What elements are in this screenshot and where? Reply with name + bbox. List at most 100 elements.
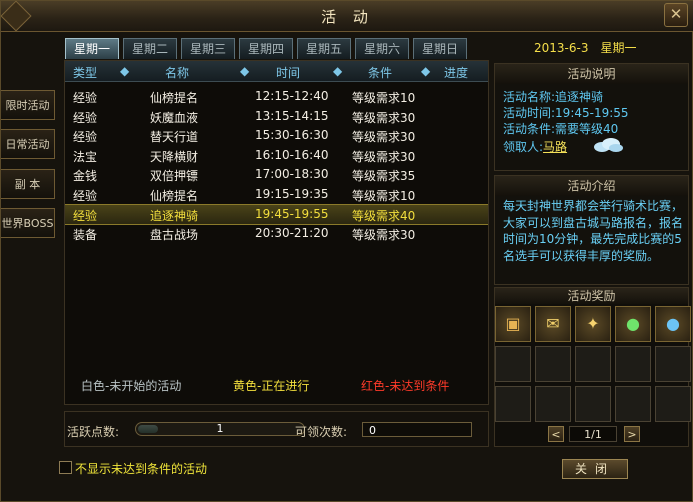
legend-red: 红色-未达到条件 <box>361 379 450 393</box>
sort-icon: ◆ <box>333 64 343 78</box>
activity-intro-panel: 活动介绍 每天封神世界都会举行骑术比赛，大家可以到盘古城马路报名，报名时间为10… <box>494 175 689 285</box>
empty-slot[interactable] <box>615 386 651 422</box>
empty-slot[interactable] <box>655 386 691 422</box>
activity-intro-text: 每天封神世界都会举行骑术比赛，大家可以到盘古城马路报名，报名时间为10分钟，最先… <box>503 199 684 263</box>
cell-time: 16:10-16:40 <box>255 147 329 162</box>
table-row[interactable]: 经验 仙榜提名 19:15-19:35 等级需求10 <box>65 185 488 204</box>
sidebar-item-daily[interactable]: 日常活动 <box>1 129 55 159</box>
current-date: 2013-6-3 星期一 <box>534 39 636 56</box>
date-weekday: 星期一 <box>600 41 637 55</box>
cell-cond: 等级需求30 <box>352 149 416 164</box>
tab-thursday[interactable]: 星期四 <box>239 38 293 59</box>
scroll-icon: ✉ <box>546 314 560 333</box>
list-header: 类型 ◆ 名称 ◆ 时间 ◆ 条件 ◆ 进度 <box>65 61 488 82</box>
empty-slot[interactable] <box>575 346 611 382</box>
reward-slot[interactable]: ✦ <box>575 306 611 342</box>
info-name-label: 活动名称: <box>503 90 556 104</box>
tab-sunday[interactable]: 星期日 <box>413 38 467 59</box>
info-time-label: 活动时间: <box>503 106 556 120</box>
empty-slot[interactable] <box>575 386 611 422</box>
table-row-selected[interactable]: 经验 追逐神骑 19:45-19:55 等级需求40 <box>65 204 488 225</box>
table-row[interactable]: 装备 盘古战场 20:30-21:20 等级需求30 <box>65 224 488 243</box>
sidebar-item-timed[interactable]: 限时活动 <box>1 90 55 120</box>
reward-slot[interactable]: ● <box>655 306 691 342</box>
cell-type: 金钱 <box>73 169 98 183</box>
cell-cond: 等级需求40 <box>352 209 416 223</box>
header-time[interactable]: 时间 <box>276 64 300 81</box>
activity-info-panel: 活动说明 活动名称:追逐神骑 活动时间:19:45-19:55 活动条件:需要等… <box>494 63 689 171</box>
info-name-value: 追逐神骑 <box>555 90 604 104</box>
cell-time: 13:15-14:15 <box>255 108 329 123</box>
cell-name: 天降横财 <box>150 149 199 164</box>
cell-name: 盘古战场 <box>150 227 199 242</box>
activity-rewards-header: 活动奖励 <box>495 288 688 304</box>
cell-type: 装备 <box>73 227 98 242</box>
title-bar: 活 动 ✕ <box>0 0 693 32</box>
cell-name: 仙榜提名 <box>150 91 199 105</box>
cell-type: 经验 <box>73 91 98 105</box>
tab-saturday[interactable]: 星期六 <box>355 38 409 59</box>
sort-icon: ◆ <box>120 64 130 78</box>
sort-icon: ◆ <box>240 64 250 78</box>
legend-yellow: 黄色-正在进行 <box>233 379 310 393</box>
hide-unmet-label[interactable]: 不显示未达到条件的活动 <box>75 460 207 477</box>
cell-type: 经验 <box>73 130 98 144</box>
activity-info-header: 活动说明 <box>495 64 688 84</box>
cell-time: 19:45-19:55 <box>255 207 329 221</box>
next-page-button[interactable]: > <box>624 426 640 442</box>
cell-cond: 等级需求30 <box>352 110 416 125</box>
empty-slot[interactable] <box>535 346 571 382</box>
reward-slot[interactable]: ● <box>615 306 651 342</box>
info-time-value: 19:45-19:55 <box>555 106 629 120</box>
hide-unmet-checkbox[interactable] <box>59 461 72 474</box>
reward-pager: < 1/1 > <box>1 426 693 442</box>
empty-slot[interactable] <box>495 386 531 422</box>
info-leader-label: 领取人: <box>503 140 544 154</box>
tab-tuesday[interactable]: 星期二 <box>123 38 177 59</box>
header-cond[interactable]: 条件 <box>368 64 392 81</box>
cell-time: 15:30-16:30 <box>255 128 329 142</box>
table-row[interactable]: 经验 妖魔血液 13:15-14:15 等级需求30 <box>65 107 488 126</box>
cell-type: 法宝 <box>73 149 98 164</box>
title-icon: ✦ <box>586 314 600 333</box>
tab-friday[interactable]: 星期五 <box>297 38 351 59</box>
info-leader: 领取人:马路 <box>503 138 567 155</box>
date-day: 2013-6-3 <box>534 41 589 55</box>
cell-time: 17:00-18:30 <box>255 167 329 181</box>
tab-monday[interactable]: 星期一 <box>65 38 119 59</box>
sidebar-item-dungeon[interactable]: 副 本 <box>1 169 55 199</box>
empty-slot[interactable] <box>495 346 531 382</box>
window-title: 活 动 <box>321 8 374 26</box>
empty-slot[interactable] <box>535 386 571 422</box>
cell-name: 双倍押镖 <box>150 169 199 183</box>
sidebar-item-world-boss[interactable]: 世界BOSS <box>1 208 55 238</box>
header-name[interactable]: 名称 <box>165 64 189 81</box>
info-time: 活动时间:19:45-19:55 <box>503 104 629 121</box>
close-button[interactable]: 关闭 <box>562 459 628 479</box>
prev-page-button[interactable]: < <box>548 426 564 442</box>
sort-icon: ◆ <box>421 64 431 78</box>
empty-slot[interactable] <box>655 346 691 382</box>
reward-slot[interactable]: ▣ <box>495 306 531 342</box>
close-icon[interactable]: ✕ <box>664 3 688 27</box>
blue-gourd-icon: ● <box>666 314 680 333</box>
cell-type: 经验 <box>73 110 98 125</box>
tab-wednesday[interactable]: 星期三 <box>181 38 235 59</box>
reward-slot[interactable]: ✉ <box>535 306 571 342</box>
table-row[interactable]: 经验 替天行道 15:30-16:30 等级需求30 <box>65 126 488 145</box>
cell-name: 仙榜提名 <box>150 188 199 203</box>
cell-type: 经验 <box>73 209 98 223</box>
header-progress[interactable]: 进度 <box>444 64 468 81</box>
table-row[interactable]: 经验 仙榜提名 12:15-12:40 等级需求10 <box>65 87 488 106</box>
cell-name: 追逐神骑 <box>150 209 199 223</box>
empty-slot[interactable] <box>615 346 651 382</box>
table-row[interactable]: 金钱 双倍押镖 17:00-18:30 等级需求35 <box>65 165 488 184</box>
cloud-icon[interactable] <box>592 136 624 154</box>
page-indicator: 1/1 <box>569 426 617 442</box>
info-cond: 活动条件:需要等级40 <box>503 120 618 137</box>
cell-cond: 等级需求35 <box>352 169 416 183</box>
table-row[interactable]: 法宝 天降横财 16:10-16:40 等级需求30 <box>65 146 488 165</box>
leader-link[interactable]: 马路 <box>543 140 567 154</box>
header-type[interactable]: 类型 <box>73 64 97 81</box>
info-name: 活动名称:追逐神骑 <box>503 88 603 105</box>
